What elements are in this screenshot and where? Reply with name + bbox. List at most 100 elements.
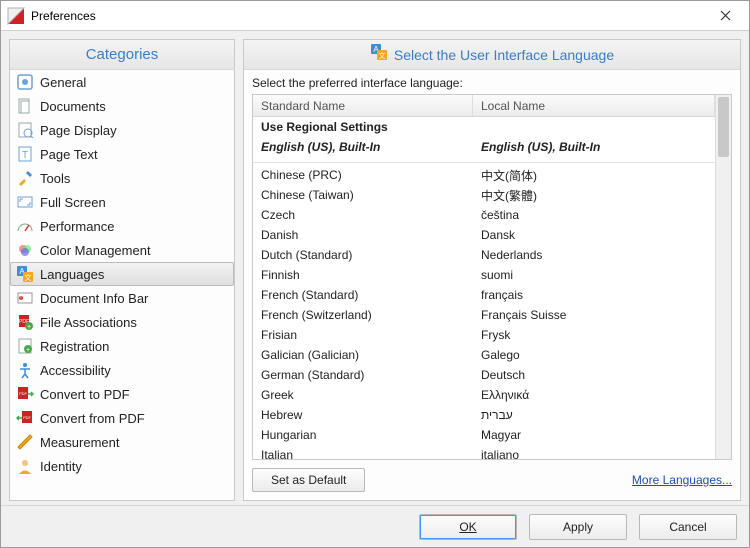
documents-icon <box>16 97 34 115</box>
language-row[interactable]: Finnishsuomi <box>253 265 715 285</box>
language-icon: A文 <box>370 43 388 66</box>
lang-loc: Nederlands <box>473 245 715 265</box>
language-table-head: Standard Name Local Name <box>253 95 715 117</box>
categories-list[interactable]: General Documents Page DisplayTPage Text To… <box>10 70 234 500</box>
sidebar-item-identity[interactable]: Identity <box>10 454 234 478</box>
close-button[interactable] <box>705 2 745 30</box>
language-row[interactable]: Use Regional Settings <box>253 117 715 137</box>
measurement-icon <box>16 433 34 451</box>
accessibility-icon <box>16 361 34 379</box>
lang-std: English (US), Built-In <box>253 137 473 157</box>
sidebar-item-label: Tools <box>40 171 70 186</box>
language-row[interactable]: Dutch (Standard)Nederlands <box>253 245 715 265</box>
sidebar-item-languages[interactable]: A文 Languages <box>10 262 234 286</box>
language-body: Select the preferred interface language:… <box>244 70 740 500</box>
window-title: Preferences <box>31 9 705 23</box>
sidebar-item-documents[interactable]: Documents <box>10 94 234 118</box>
sidebar-item-label: Convert from PDF <box>40 411 145 426</box>
language-row[interactable]: Italianitaliano <box>253 445 715 459</box>
language-row[interactable]: Czechčeština <box>253 205 715 225</box>
col-header-local[interactable]: Local Name <box>473 95 715 116</box>
language-row[interactable]: Chinese (PRC)中文(简体) <box>253 165 715 185</box>
language-row[interactable]: Galician (Galician)Galego <box>253 345 715 365</box>
sidebar-item-general[interactable]: General <box>10 70 234 94</box>
sidebar-item-label: General <box>40 75 86 90</box>
lang-std: Italian <box>253 445 473 459</box>
lang-loc: Ελληνικά <box>473 385 715 405</box>
set-default-button[interactable]: Set as Default <box>252 468 365 492</box>
sidebar-item-page-display[interactable]: Page Display <box>10 118 234 142</box>
sidebar-item-page-text[interactable]: TPage Text <box>10 142 234 166</box>
sidebar-item-performance[interactable]: Performance <box>10 214 234 238</box>
language-row[interactable]: GreekΕλληνικά <box>253 385 715 405</box>
info-bar-icon: ! <box>16 289 34 307</box>
language-header: A文 Select the User Interface Language <box>244 40 740 70</box>
language-row[interactable]: FrisianFrysk <box>253 325 715 345</box>
sidebar-item-color-management[interactable]: Color Management <box>10 238 234 262</box>
sidebar-item-label: File Associations <box>40 315 137 330</box>
language-row[interactable]: DanishDansk <box>253 225 715 245</box>
language-separator <box>253 157 715 163</box>
lang-loc: 中文(简体) <box>473 165 715 185</box>
lang-std: Galician (Galician) <box>253 345 473 365</box>
preferences-window: Preferences Categories General Documents P… <box>0 0 750 548</box>
sidebar-item-full-screen[interactable]: Full Screen <box>10 190 234 214</box>
lang-std: Chinese (Taiwan) <box>253 185 473 205</box>
categories-title: Categories <box>86 46 159 63</box>
tools-icon <box>16 169 34 187</box>
language-row[interactable]: Hebrewעברית <box>253 405 715 425</box>
app-icon <box>7 7 25 25</box>
sidebar-item-label: Convert to PDF <box>40 387 130 402</box>
convert-from-pdf-icon: PDF <box>16 409 34 427</box>
scrollbar-thumb[interactable] <box>718 97 729 157</box>
language-row[interactable]: English (US), Built-InEnglish (US), Buil… <box>253 137 715 157</box>
sidebar-item-label: Documents <box>40 99 106 114</box>
cancel-button[interactable]: Cancel <box>639 514 737 540</box>
sidebar-item-convert-from-pdf[interactable]: PDF Convert from PDF <box>10 406 234 430</box>
languages-icon: A文 <box>16 265 34 283</box>
language-row[interactable]: HungarianMagyar <box>253 425 715 445</box>
apply-button[interactable]: Apply <box>529 514 627 540</box>
language-row[interactable]: Chinese (Taiwan)中文(繁體) <box>253 185 715 205</box>
sidebar-item-convert-to-pdf[interactable]: PDFConvert to PDF <box>10 382 234 406</box>
lang-std: Greek <box>253 385 473 405</box>
sidebar-item-registration[interactable]: +Registration <box>10 334 234 358</box>
sidebar-item-label: Document Info Bar <box>40 291 148 306</box>
language-row[interactable]: French (Switzerland)Français Suisse <box>253 305 715 325</box>
color-management-icon <box>16 241 34 259</box>
lang-loc: Dansk <box>473 225 715 245</box>
identity-icon <box>16 457 34 475</box>
language-table: Standard Name Local Name Use Regional Se… <box>252 94 732 460</box>
lang-loc: čeština <box>473 205 715 225</box>
sidebar-item-file-assoc[interactable]: PDF+File Associations <box>10 310 234 334</box>
svg-text:+: + <box>26 347 30 354</box>
ok-button[interactable]: OK <box>419 514 517 540</box>
dialog-body: Categories GeneralDocumentsPage DisplayT… <box>1 31 749 505</box>
sidebar-item-measurement[interactable]: Measurement <box>10 430 234 454</box>
lang-loc: Magyar <box>473 425 715 445</box>
general-icon <box>16 73 34 91</box>
sidebar-item-accessibility[interactable]: Accessibility <box>10 358 234 382</box>
lang-std: Finnish <box>253 265 473 285</box>
categories-panel: Categories GeneralDocumentsPage DisplayT… <box>9 39 235 501</box>
language-title: Select the User Interface Language <box>394 47 614 63</box>
language-prompt: Select the preferred interface language: <box>252 76 732 90</box>
lang-loc: עברית <box>473 405 715 425</box>
more-languages-link[interactable]: More Languages... <box>632 473 732 487</box>
full-screen-icon <box>16 193 34 211</box>
language-table-body[interactable]: Use Regional SettingsEnglish (US), Built… <box>253 117 715 459</box>
lang-std: French (Switzerland) <box>253 305 473 325</box>
svg-text:文: 文 <box>25 273 32 282</box>
lang-loc: Frysk <box>473 325 715 345</box>
language-row[interactable]: German (Standard)Deutsch <box>253 365 715 385</box>
lang-loc: Deutsch <box>473 365 715 385</box>
language-scrollbar[interactable] <box>715 95 731 459</box>
col-header-standard[interactable]: Standard Name <box>253 95 473 116</box>
sidebar-item-tools[interactable]: Tools <box>10 166 234 190</box>
svg-text:!: ! <box>20 296 21 302</box>
sidebar-item-info-bar[interactable]: ! Document Info Bar <box>10 286 234 310</box>
language-row[interactable]: French (Standard)français <box>253 285 715 305</box>
sidebar-item-label: Languages <box>40 267 104 282</box>
svg-text:文: 文 <box>378 51 385 60</box>
sidebar-item-label: Identity <box>40 459 82 474</box>
